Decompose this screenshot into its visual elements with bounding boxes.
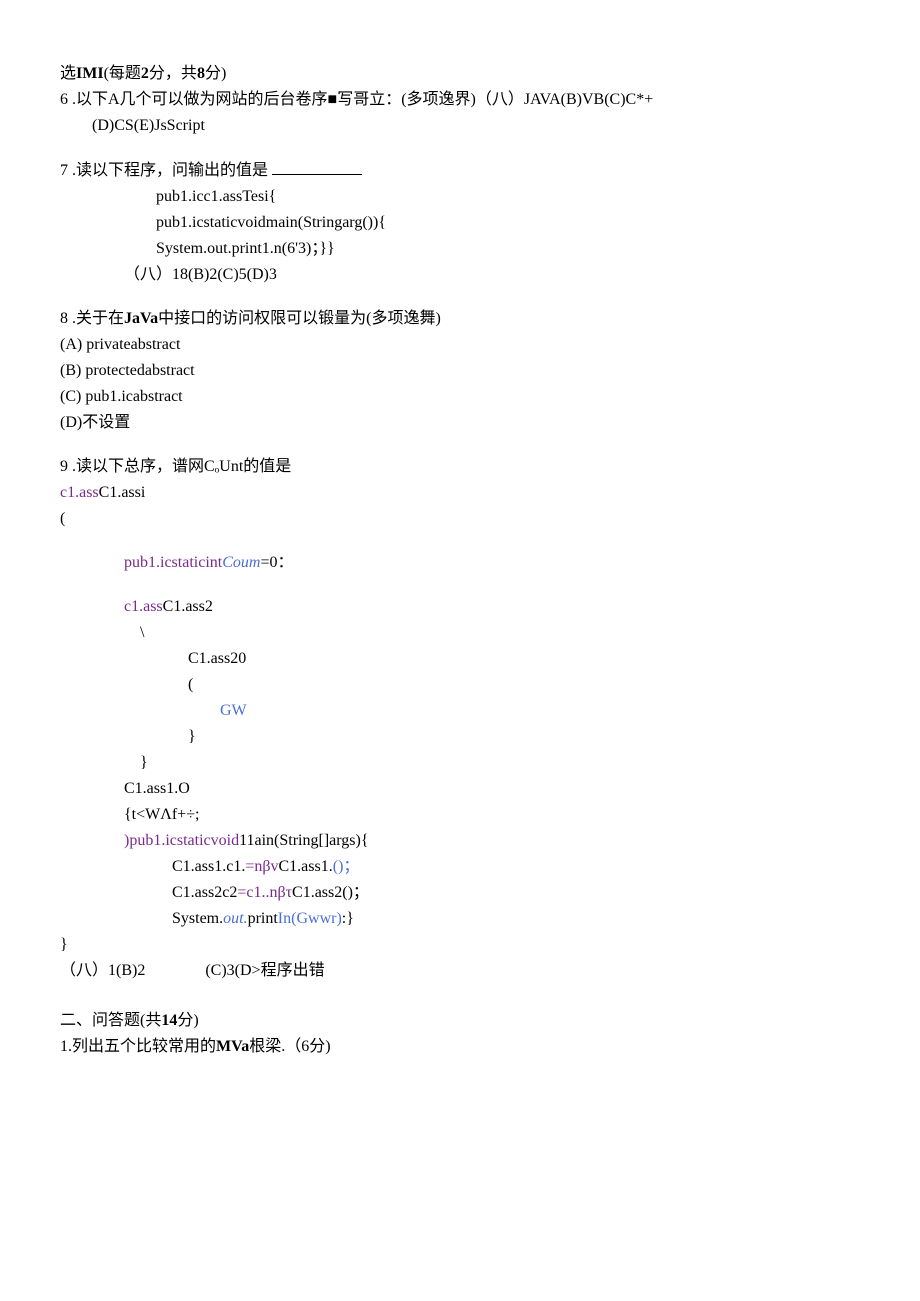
q9-l16d: In(Gwwr) (278, 910, 342, 927)
section2-q1: 1.列出五个比较常用的MVa根梁.（6分) (60, 1035, 860, 1059)
q7-line1: 7 .读以下程序，问输出的值是 (60, 158, 860, 183)
header-bold: IMI (76, 65, 104, 82)
header-p2: 8 (197, 65, 205, 82)
q7-code1: pub1.icc1.assTesi{ (60, 185, 860, 209)
q9-line1: 9 .读以下总序，谱网CₒUnt的值是 (60, 455, 860, 479)
q9-ans-b: (C)3(D>程序出错 (205, 962, 324, 979)
q9-answers: （八）1(B)2 (C)3(D>程序出错 (60, 959, 860, 983)
q9-l6: C1.ass20 (60, 647, 860, 671)
s2-a: 二、问答题(共 (60, 1012, 161, 1029)
q9-l13: )pub1.icstaticvoid11ain(String[]args){ (60, 829, 860, 853)
q9-text: 读以下总序，谱网CₒUnt的值是 (76, 458, 291, 475)
q8-opt-c: (C) pub1.icabstract (60, 385, 860, 409)
q8-num: 8 (60, 310, 68, 327)
q7-num: 7 (60, 162, 68, 179)
section2-header: 二、问答题(共14分) (60, 1009, 860, 1033)
q8-text-a: 关于在 (76, 310, 124, 327)
q9-l10: } (60, 751, 860, 775)
q9-l3a: pub1.icstaticint (124, 554, 222, 571)
header-mid: 分，共 (149, 65, 197, 82)
q9-dot: . (68, 458, 76, 475)
q8-bold: JaVa (124, 310, 158, 327)
q8-opt-b: (B) protectedabstract (60, 359, 860, 383)
q9-l16c: print (248, 910, 278, 927)
q9-l3: pub1.icstaticintCoum=0： (60, 551, 860, 575)
q9-ans-a: （八）1(B)2 (60, 962, 145, 979)
blank-line (272, 158, 362, 175)
q6-num: 6 (60, 91, 68, 108)
q7-code3: System.out.print1.n(6'3)；}} (60, 237, 860, 261)
header-suffix: (每题 (104, 65, 141, 82)
q7-text: 读以下程序，问输出的值是 (76, 162, 272, 179)
q9-l1b: C1.assi (99, 484, 146, 501)
q9-l16a: System. (172, 910, 223, 927)
q6-text-b: (D)CS(E)JsScript (92, 117, 205, 134)
q6-line1: 6 .以下A几个可以做为网站的后台卷序■写哥立：(多项逸界)（八）JAVA(B)… (60, 88, 860, 112)
header-end: 分) (205, 65, 226, 82)
s2-q1-a: 1.列出五个比较常用的 (60, 1038, 216, 1055)
section-header: 选IMI(每题2分，共8分) (60, 62, 860, 86)
q9-l9: } (60, 725, 860, 749)
q8-text-b: 中接口的访问权限可以锻量为(多项逸舞) (158, 310, 441, 327)
q9-l3b: Coum (222, 554, 260, 571)
q8-opt-d: (D)不设置 (60, 411, 860, 435)
q9-l14a: C1.ass1.c1. (172, 858, 245, 875)
q9-l7: ( (60, 673, 860, 697)
q9-l15a: C1.ass2c2 (172, 884, 237, 901)
q9-l15b: =c1..nβτ (237, 884, 292, 901)
q9-l14b: =nβv (245, 858, 278, 875)
q7-answers: （八）18(B)2(C)5(D)3 (60, 263, 860, 287)
q7-code2: pub1.icstaticvoidmain(Stringarg()){ (60, 211, 860, 235)
q9-l16: System.out.printIn(Gwwr):} (60, 907, 860, 931)
header-p1: 2 (141, 65, 149, 82)
s2-b: 分) (177, 1012, 198, 1029)
q9-l15c: C1.ass2()； (292, 884, 369, 901)
q9-l2: ( (60, 507, 860, 531)
q9-l16b: out. (223, 910, 247, 927)
q8-dot: . (68, 310, 76, 327)
q9-l4a: c1.ass (124, 598, 163, 615)
q9-l13a: )pub1.icstaticvoid (124, 832, 239, 849)
q6-line2: (D)CS(E)JsScript (60, 114, 860, 138)
q9-l14c: C1.ass1. (279, 858, 333, 875)
q9-l14: C1.ass1.c1.=nβvC1.ass1.()； (60, 855, 860, 879)
q7-dot: . (68, 162, 76, 179)
s2-q1-bold: MVa (216, 1038, 249, 1055)
q9-l8: GW (60, 699, 860, 723)
q9-l11: C1.ass1.O (60, 777, 860, 801)
s2-bold: 14 (161, 1012, 177, 1029)
q6-text-a: 以下A几个可以做为网站的后台卷序■写哥立：(多项逸界)（八）JAVA(B)VB(… (76, 91, 653, 108)
q9-l14d: ()； (333, 858, 360, 875)
q9-l12: {t<WΛf+÷; (60, 803, 860, 827)
q9-l13b: 11ain(String[]args){ (239, 832, 368, 849)
q9-l5: \ (60, 621, 860, 645)
q9-l4b: C1.ass2 (163, 598, 213, 615)
q9-l16e: :} (342, 910, 354, 927)
q8-line1: 8 .关于在JaVa中接口的访问权限可以锻量为(多项逸舞) (60, 307, 860, 331)
header-prefix: 选 (60, 65, 76, 82)
q8-opt-a: (A) privateabstract (60, 333, 860, 357)
q9-l4: c1.assC1.ass2 (60, 595, 860, 619)
s2-q1-b: 根梁.（6分) (249, 1038, 330, 1055)
q9-l1: c1.assC1.assi (60, 481, 860, 505)
q9-l17: } (60, 933, 860, 957)
q6-dot: . (68, 91, 76, 108)
q9-l3c: =0： (260, 554, 293, 571)
q9-l15: C1.ass2c2=c1..nβτC1.ass2()； (60, 881, 860, 905)
q9-num: 9 (60, 458, 68, 475)
q9-l1a: c1.ass (60, 484, 99, 501)
